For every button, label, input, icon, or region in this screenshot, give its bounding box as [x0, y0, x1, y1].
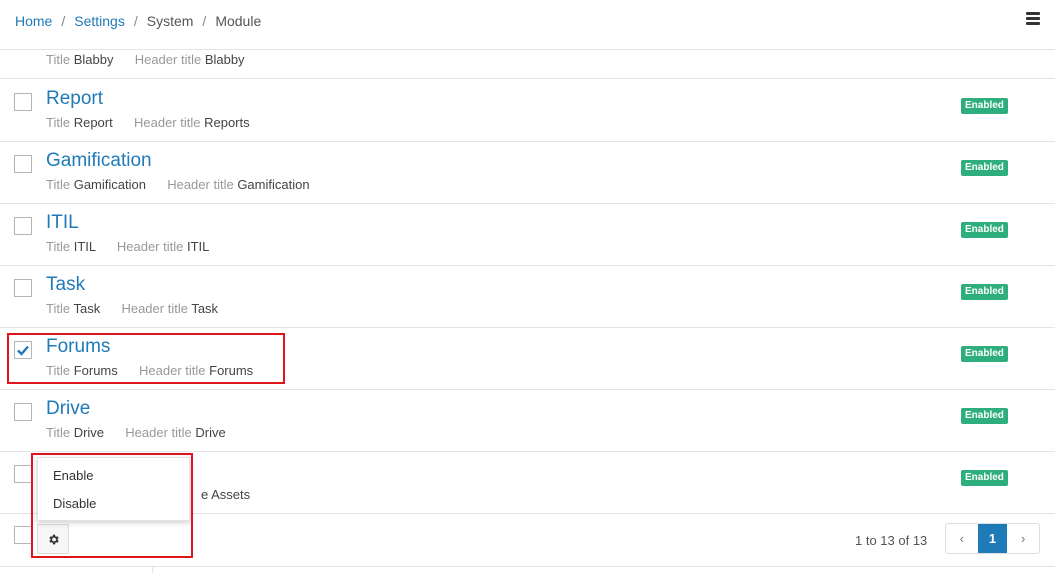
status-badge: Enabled [961, 470, 1008, 486]
title-label: Title [46, 425, 71, 440]
breadcrumb-separator: / [61, 13, 66, 29]
top-bar: Home / Settings / System / Module [0, 0, 1055, 50]
bottom-tab-edge [0, 566, 153, 573]
title-label: Title [46, 115, 71, 130]
module-meta: e Assets [201, 487, 250, 502]
row-checkbox[interactable] [14, 93, 32, 111]
module-name-link[interactable]: Gamification [46, 150, 152, 172]
breadcrumb: Home / Settings / System / Module [15, 13, 261, 29]
breadcrumb-system: System [146, 13, 194, 29]
header-title-value: e Assets [201, 487, 251, 502]
status-badge: Enabled [961, 160, 1008, 176]
chevron-left-icon[interactable]: ‹ [946, 524, 978, 553]
title-value: Drive [73, 425, 105, 440]
header-title-value: Gamification [237, 177, 310, 192]
module-name-link[interactable]: ITIL [46, 212, 79, 234]
header-title-label: Header title [116, 239, 184, 254]
header-title-value: Reports [204, 115, 250, 130]
list-item: Drive Title Drive Header title Drive Ena… [0, 390, 1055, 452]
header-title-label: Header title [167, 177, 234, 192]
status-badge: Enabled [961, 222, 1008, 238]
header-title-value: Task [191, 301, 219, 316]
module-meta: Title ITIL Header title ITIL [46, 239, 209, 254]
module-meta: Title Task Header title Task [46, 301, 218, 316]
header-title-value: Drive [195, 425, 226, 440]
row-checkbox[interactable] [14, 279, 32, 297]
hamburger-icon[interactable] [1026, 12, 1040, 26]
list-item: Report Title Report Header title Reports… [0, 80, 1055, 142]
row-checkbox[interactable] [14, 217, 32, 235]
divider [0, 566, 1055, 567]
breadcrumb-separator: / [133, 13, 138, 29]
title-label: Title [46, 52, 71, 67]
header-title-label: Header title [134, 52, 202, 67]
title-label: Title [46, 177, 71, 192]
module-meta: Title Drive Header title Drive [46, 425, 226, 440]
status-badge: Enabled [961, 346, 1008, 362]
title-value: Report [73, 115, 113, 130]
header-title-value: ITIL [186, 239, 210, 254]
title-value: Blabby [73, 52, 114, 67]
row-checkbox[interactable] [14, 465, 32, 483]
status-badge: Enabled [961, 98, 1008, 114]
list-item: Task Title Task Header title Task Enable… [0, 266, 1055, 328]
title-value: Gamification [73, 177, 146, 192]
header-title-value: Blabby [204, 52, 245, 67]
module-meta: Title Blabby Header title Blabby [46, 52, 245, 67]
pagination: ‹ 1 › [945, 523, 1040, 554]
breadcrumb-home[interactable]: Home [15, 13, 52, 29]
status-badge: Enabled [961, 284, 1008, 300]
chevron-right-icon[interactable]: › [1007, 524, 1039, 553]
module-name-link[interactable]: Report [46, 88, 103, 110]
module-name-link[interactable]: Task [46, 274, 85, 296]
header-title-label: Header title [125, 425, 192, 440]
module-name-link[interactable]: Drive [46, 398, 90, 420]
highlight-box [31, 453, 193, 558]
title-label: Title [46, 239, 71, 254]
title-value: Task [73, 301, 101, 316]
list-item: ITIL Title ITIL Header title ITIL Enable… [0, 204, 1055, 266]
row-checkbox[interactable] [14, 403, 32, 421]
list-item: Gamification Title Gamification Header t… [0, 142, 1055, 204]
module-meta: Title Report Header title Reports [46, 115, 250, 130]
module-meta: Title Gamification Header title Gamifica… [46, 177, 310, 192]
select-all-checkbox[interactable] [14, 526, 32, 544]
title-value: ITIL [73, 239, 96, 254]
header-title-label: Header title [133, 115, 201, 130]
breadcrumb-module: Module [215, 13, 262, 29]
breadcrumb-separator: / [202, 13, 207, 29]
title-label: Title [46, 301, 71, 316]
highlight-box [7, 333, 285, 384]
breadcrumb-settings[interactable]: Settings [74, 13, 125, 29]
row-checkbox[interactable] [14, 155, 32, 173]
status-badge: Enabled [961, 408, 1008, 424]
pagination-info: 1 to 13 of 13 [855, 533, 928, 548]
header-title-label: Header title [121, 301, 188, 316]
list-item: Title Blabby Header title Blabby [0, 50, 1055, 79]
page-button-current[interactable]: 1 [977, 524, 1008, 553]
